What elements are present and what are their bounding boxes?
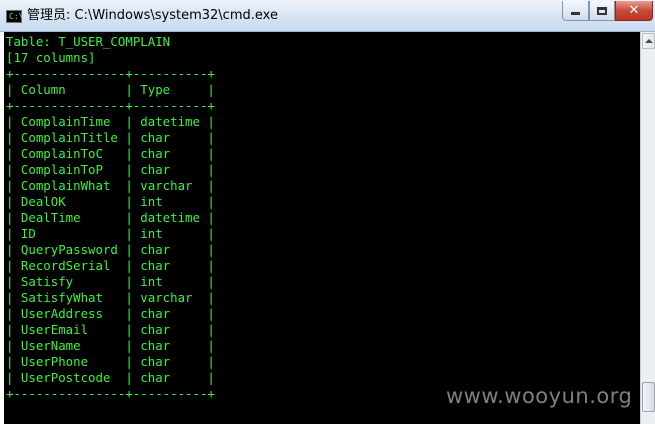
maximize-button[interactable] [589, 1, 615, 21]
console-line: | Satisfy | int | [6, 274, 215, 289]
console-line: | DealOK | int | [6, 194, 215, 209]
console-line: | RecordSerial | char | [6, 258, 215, 273]
scroll-thumb[interactable] [642, 382, 655, 412]
console-lines: Table: T_USER_COMPLAIN [17 columns] +-----… [6, 34, 215, 402]
console-line: | ComplainTitle | char | [6, 130, 215, 145]
maximize-icon [597, 6, 607, 15]
console-line: | UserAddress | char | [6, 306, 215, 321]
minimize-button[interactable] [562, 1, 589, 21]
title-bar[interactable]: C:\ 管理员: C:\Windows\system32\cmd.exe ✕ [0, 0, 655, 32]
cmd-prompt-icon[interactable]: C:\ [6, 10, 24, 23]
close-icon: ✕ [628, 2, 640, 18]
console-line: | QueryPassword | char | [6, 242, 215, 257]
chevron-up-icon [644, 39, 653, 43]
console-line: | ComplainWhat | varchar | [6, 178, 215, 193]
console-line: | UserPostcode | char | [6, 370, 215, 385]
watermark: www.wooyun.org [446, 384, 633, 408]
minimize-icon [571, 12, 580, 15]
console-output[interactable]: Table: T_USER_COMPLAIN [17 columns] +-----… [4, 32, 640, 424]
prompt-glyph: C:\ [9, 12, 24, 21]
close-button[interactable]: ✕ [615, 1, 653, 21]
console-line: | DealTime | datetime | [6, 210, 215, 225]
console-line: +---------------+----------+ [6, 66, 215, 81]
console-line: Table: T_USER_COMPLAIN [6, 34, 171, 49]
cmd-window: C:\ 管理员: C:\Windows\system32\cmd.exe ✕ T… [0, 0, 655, 424]
console-line: | ComplainTime | datetime | [6, 114, 215, 129]
console-line: | SatisfyWhat | varchar | [6, 290, 215, 305]
scroll-up-button[interactable] [642, 33, 655, 49]
console-line: | Column | Type | [6, 82, 215, 97]
console-line: | ID | int | [6, 226, 215, 241]
console-line: | ComplainToC | char | [6, 146, 215, 161]
window-title: 管理员: C:\Windows\system32\cmd.exe [27, 8, 278, 23]
console-line: +---------------+----------+ [6, 98, 215, 113]
console-line: | UserEmail | char | [6, 322, 215, 337]
vertical-scrollbar[interactable] [640, 32, 655, 424]
console-line: | ComplainToP | char | [6, 162, 215, 177]
console-line: [17 columns] [6, 50, 96, 65]
console-line: +---------------+----------+ [6, 386, 215, 401]
console-line: | UserName | char | [6, 338, 215, 353]
console-line: | UserPhone | char | [6, 354, 215, 369]
